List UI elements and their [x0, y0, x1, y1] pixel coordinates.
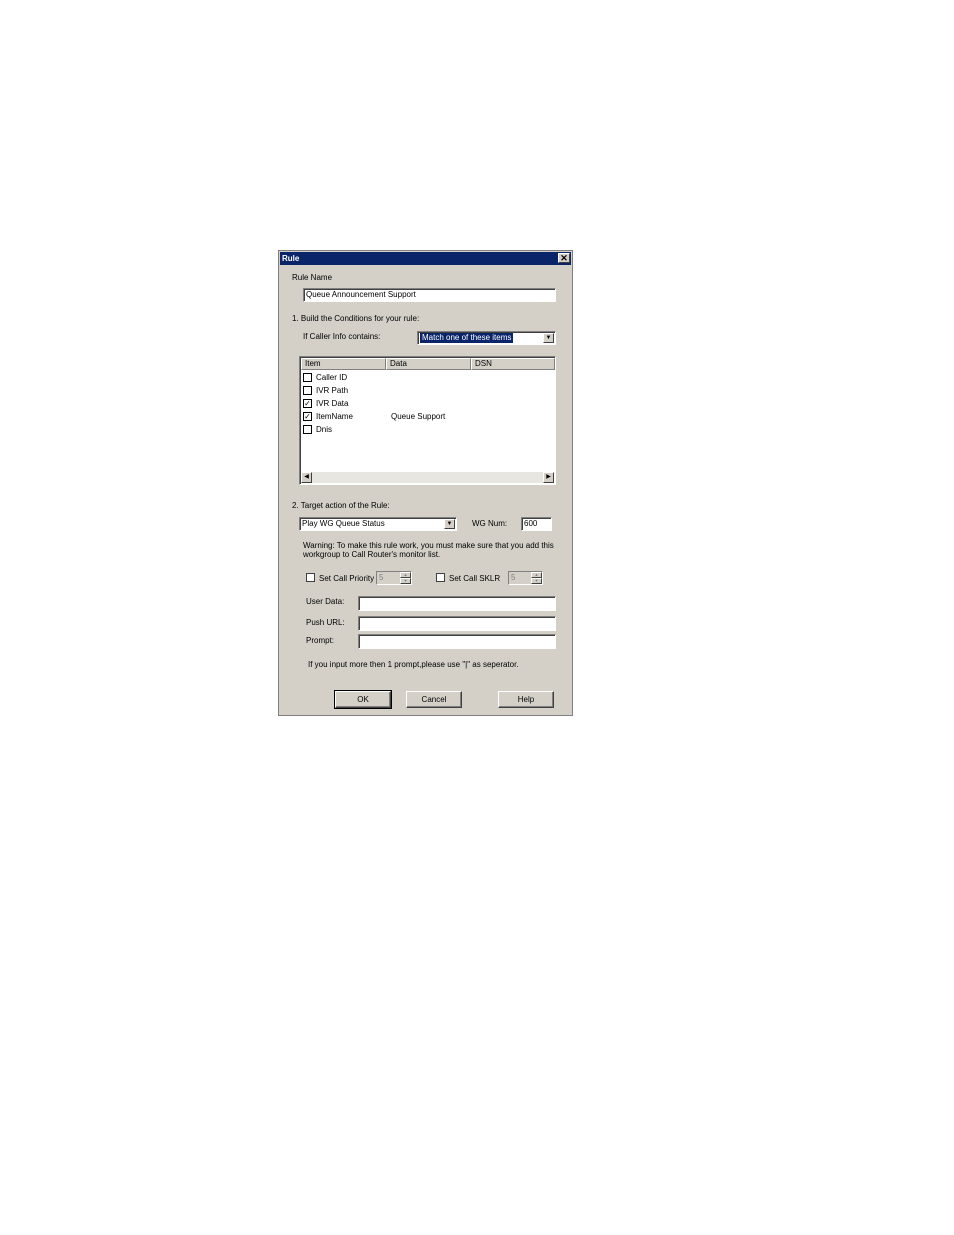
close-icon: ✕ — [560, 253, 568, 263]
prompt-label: Prompt: — [306, 636, 335, 645]
arrow-up-icon: ▲ — [534, 572, 539, 577]
arrow-up-icon: ▲ — [403, 572, 408, 577]
match-type-dropdown-button[interactable]: ▼ — [543, 333, 554, 343]
wg-num-input[interactable]: 600 — [521, 517, 552, 531]
call-priority-value: 5 — [379, 573, 384, 582]
user-data-input[interactable] — [358, 596, 556, 611]
item-name: IVR Data — [316, 399, 349, 408]
warning-line-1: Warning: To make this rule work, you mus… — [303, 541, 554, 550]
set-call-sklr-checkbox[interactable] — [436, 573, 445, 582]
match-type-select[interactable]: Match one of these items ▼ — [417, 331, 556, 345]
checkmark-icon: ✓ — [304, 399, 311, 408]
cancel-button[interactable]: Cancel — [406, 691, 462, 708]
rule-name-label: Rule Name — [292, 273, 333, 282]
spin-down-button[interactable]: ▼ — [531, 578, 542, 584]
column-header-dsn[interactable]: DSN — [471, 358, 555, 370]
chevron-down-icon: ▼ — [446, 521, 453, 527]
spin-down-button[interactable]: ▼ — [400, 578, 411, 584]
push-url-input[interactable] — [358, 616, 556, 631]
conditions-list[interactable]: Item Data DSN Caller ID IVR Path ✓ IVR D… — [299, 356, 556, 485]
rule-name-value: Queue Announcement Support — [306, 290, 416, 299]
user-data-label: User Data: — [306, 597, 345, 606]
arrow-down-icon: ▼ — [403, 578, 408, 583]
ok-button[interactable]: OK — [334, 690, 392, 709]
item-checkbox[interactable] — [303, 386, 312, 395]
arrow-down-icon: ▼ — [534, 578, 539, 583]
caller-info-label: If Caller Info contains: — [303, 332, 381, 341]
action-dropdown-button[interactable]: ▼ — [444, 519, 455, 529]
conditions-heading: 1. Build the Conditions for your rule: — [292, 314, 420, 323]
item-checkbox[interactable] — [303, 373, 312, 382]
spinner-buttons: ▲ ▼ — [531, 572, 542, 584]
item-name: ItemName — [316, 412, 353, 421]
call-sklr-spinner[interactable]: 5 ▲ ▼ — [508, 571, 543, 585]
item-checkbox[interactable] — [303, 425, 312, 434]
list-item[interactable]: Caller ID — [303, 372, 553, 385]
close-button[interactable]: ✕ — [558, 253, 570, 263]
prompt-separator-note: If you input more then 1 prompt,please u… — [308, 660, 519, 669]
set-call-sklr-label: Set Call SKLR — [449, 574, 501, 583]
action-select[interactable]: Play WG Queue Status ▼ — [299, 517, 457, 531]
list-item[interactable]: ✓ IVR Data — [303, 398, 553, 411]
push-url-label: Push URL: — [306, 618, 345, 627]
arrow-left-icon: ◀ — [304, 474, 309, 480]
item-data: Queue Support — [391, 412, 446, 421]
checkmark-icon: ✓ — [304, 412, 311, 421]
warning-line-2: workgroup to Call Router's monitor list. — [303, 550, 441, 559]
match-type-value: Match one of these items — [420, 333, 514, 343]
list-item[interactable]: IVR Path — [303, 385, 553, 398]
set-call-priority-label: Set Call Priority — [319, 574, 375, 583]
horizontal-scrollbar[interactable]: ◀ ▶ — [301, 472, 554, 483]
title-bar[interactable]: Rule ✕ — [280, 252, 571, 265]
arrow-right-icon: ▶ — [546, 474, 551, 480]
target-heading: 2. Target action of the Rule: — [292, 501, 390, 510]
call-sklr-value: 5 — [511, 573, 516, 582]
prompt-input[interactable] — [358, 634, 556, 649]
scroll-right-button[interactable]: ▶ — [543, 472, 554, 483]
item-name: Caller ID — [316, 373, 348, 382]
dialog-title: Rule — [282, 254, 300, 263]
wg-num-label: WG Num: — [472, 519, 508, 528]
rule-dialog: Rule ✕ Rule Name Queue Announcement Supp… — [278, 250, 573, 716]
wg-num-value: 600 — [524, 519, 538, 528]
item-checkbox[interactable]: ✓ — [303, 399, 312, 408]
spinner-buttons: ▲ ▼ — [400, 572, 411, 584]
item-checkbox[interactable]: ✓ — [303, 412, 312, 421]
item-name: IVR Path — [316, 386, 349, 395]
set-call-priority-checkbox[interactable] — [306, 573, 315, 582]
list-item[interactable]: Dnis — [303, 424, 553, 437]
action-value: Play WG Queue Status — [302, 519, 385, 528]
column-header-item[interactable]: Item — [301, 358, 386, 370]
list-item[interactable]: ✓ ItemName Queue Support — [303, 411, 553, 424]
chevron-down-icon: ▼ — [545, 335, 552, 341]
scroll-left-button[interactable]: ◀ — [301, 472, 312, 483]
column-header-data[interactable]: Data — [386, 358, 471, 370]
rule-name-input[interactable]: Queue Announcement Support — [303, 288, 556, 302]
help-button[interactable]: Help — [498, 691, 554, 708]
item-name: Dnis — [316, 425, 333, 434]
call-priority-spinner[interactable]: 5 ▲ ▼ — [376, 571, 412, 585]
